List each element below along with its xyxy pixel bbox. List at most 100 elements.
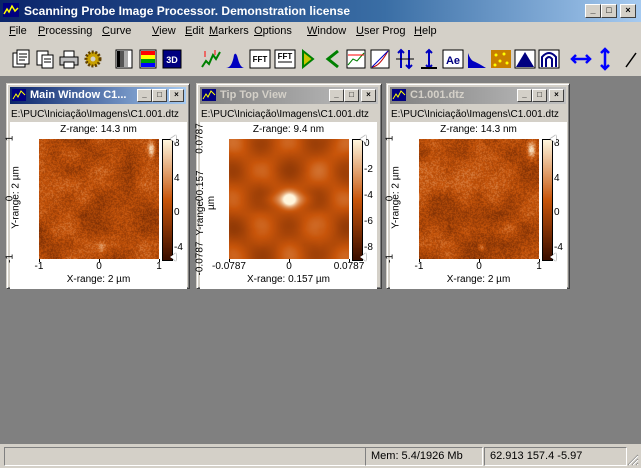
upper-range-marker-icon[interactable] — [360, 135, 366, 143]
x-tick-mark — [289, 259, 290, 262]
maximize-button[interactable]: □ — [601, 4, 617, 18]
vertical-arrows-icon[interactable] — [594, 47, 616, 71]
x-tick-mark — [99, 259, 100, 262]
menu-window[interactable]: Window — [307, 25, 346, 37]
window-minimize-button[interactable]: _ — [517, 89, 532, 102]
arch-icon[interactable] — [538, 47, 560, 71]
x-tick-mark — [539, 259, 540, 262]
image-window-1[interactable]: Main Window C1... _ □ × E:\PUC\Iniciação… — [5, 83, 190, 289]
afm-image[interactable] — [419, 139, 539, 259]
svg-text:Ae: Ae — [446, 55, 460, 67]
x-tick-mark — [349, 259, 350, 262]
app-title-bar[interactable]: Scanning Probe Image Processor. Demonstr… — [0, 0, 641, 22]
inverse-fft-icon[interactable]: FFT — [274, 47, 296, 71]
draw-line-icon[interactable] — [622, 47, 641, 71]
particles-icon[interactable] — [490, 47, 512, 71]
3d-view-icon[interactable]: 3D — [161, 47, 183, 71]
status-message — [4, 447, 366, 466]
z-tick-label: -8 — [364, 242, 373, 253]
menu-label-rest: rocessing — [45, 25, 93, 37]
x-tick-mark — [229, 259, 230, 262]
window-maximize-button[interactable]: □ — [532, 89, 547, 102]
svg-text:FFT: FFT — [253, 55, 268, 64]
menu-markers[interactable]: Markers — [209, 25, 249, 37]
menu-user-prog[interactable]: User Prog — [356, 25, 406, 37]
menu-file[interactable]: File — [9, 25, 27, 37]
minimize-button[interactable]: _ — [585, 4, 601, 18]
x-range-label: X-range: 2 µm — [66, 274, 131, 285]
window-minimize-button[interactable]: _ — [137, 89, 152, 102]
menu-accelerator: C — [102, 25, 110, 37]
menu-help[interactable]: Help — [414, 25, 437, 37]
window-close-button[interactable]: × — [169, 89, 184, 102]
color-scale-bar — [162, 139, 173, 261]
menu-label-rest: iew — [159, 25, 176, 37]
y-tick-label: -1 — [4, 254, 16, 263]
window-title: Tip Top View — [220, 89, 287, 101]
window-close-button[interactable]: × — [361, 89, 376, 102]
z-tick-label: -2 — [364, 164, 373, 175]
lower-range-marker-icon[interactable] — [550, 253, 556, 261]
menu-bar: File Processing Curve View Edit Markers Option… — [0, 22, 641, 42]
open-file-icon[interactable] — [10, 47, 32, 71]
window-title-bar[interactable]: Main Window C1... _ □ × — [10, 87, 186, 104]
filter-icon[interactable] — [466, 47, 488, 71]
resize-grip-icon[interactable] — [627, 454, 639, 466]
curve-icon[interactable] — [369, 47, 391, 71]
image-pane: Z-range: 14.3 nm Y-range: 2 µm X-range: … — [5, 122, 187, 289]
grayscale-palette-icon[interactable] — [113, 47, 135, 71]
menu-accelerator: W — [307, 25, 318, 37]
afm-image[interactable] — [39, 139, 159, 259]
horizontal-arrows-icon[interactable] — [570, 47, 592, 71]
lower-range-marker-icon[interactable] — [360, 253, 366, 261]
window-minimize-button[interactable]: _ — [329, 89, 344, 102]
window-close-button[interactable]: × — [549, 89, 564, 102]
image-window-3[interactable]: C1.001.dtz _ □ × E:\PUC\Iniciação\Imagen… — [385, 83, 570, 289]
menu-options[interactable]: Options — [254, 25, 292, 37]
peak-icon[interactable] — [514, 47, 536, 71]
upper-range-marker-icon[interactable] — [550, 135, 556, 143]
toolbar: 3D FFT FFT Ae — [0, 42, 641, 77]
fft-icon[interactable]: FFT — [249, 47, 271, 71]
window-maximize-button[interactable]: □ — [152, 89, 167, 102]
x-tick-mark — [479, 259, 480, 262]
window-maximize-button[interactable]: □ — [344, 89, 359, 102]
z-range-label: Z-range: 14.3 nm — [440, 124, 517, 135]
menu-curve[interactable]: Curve — [102, 25, 131, 37]
y-tick-label: -0.0787 — [194, 241, 206, 276]
y-tick-label: 1 — [4, 135, 16, 142]
z-tick-label: 4 — [554, 172, 560, 184]
lower-range-marker-icon[interactable] — [170, 253, 176, 261]
menu-label-rest: dit — [192, 25, 204, 37]
profile-icon[interactable] — [345, 47, 367, 71]
roughness-icon[interactable] — [200, 47, 222, 71]
settings-gear-icon[interactable] — [82, 47, 104, 71]
image-window-2[interactable]: Tip Top View _ □ × E:\PUC\Iniciação\Imag… — [194, 83, 382, 289]
menu-label-rest: elp — [421, 25, 437, 37]
rotate-left-icon[interactable] — [299, 47, 321, 71]
menu-edit[interactable]: Edit — [185, 25, 204, 37]
window-title-bar[interactable]: Tip Top View _ □ × — [200, 87, 378, 104]
close-button[interactable]: × — [620, 4, 636, 18]
status-coordinates: 62.913 157.4 -5.97 — [484, 447, 627, 466]
color-palette-icon[interactable] — [137, 47, 159, 71]
window-logo-icon — [392, 89, 406, 101]
afm-image[interactable] — [229, 139, 349, 259]
svg-text:3D: 3D — [166, 55, 178, 65]
rotate-right-icon[interactable] — [322, 47, 344, 71]
menu-accelerator: H — [414, 25, 422, 37]
ae-icon[interactable]: Ae — [442, 47, 464, 71]
adjust-height-icon[interactable] — [418, 47, 440, 71]
menu-processing[interactable]: Processing — [38, 25, 92, 37]
histogram-icon[interactable] — [224, 47, 246, 71]
mdi-workspace: Main Window C1... _ □ × E:\PUC\Iniciação… — [0, 77, 641, 444]
window-title-bar[interactable]: C1.001.dtz _ □ × — [390, 87, 566, 104]
app-logo-icon — [3, 3, 19, 17]
flip-vertical-icon[interactable] — [394, 47, 416, 71]
copy-icon[interactable] — [34, 47, 56, 71]
print-icon[interactable] — [58, 47, 80, 71]
x-tick-label: -1 — [414, 261, 424, 272]
upper-range-marker-icon[interactable] — [170, 135, 176, 143]
menu-view[interactable]: View — [152, 25, 176, 37]
z-tick-label: 0 — [554, 207, 560, 219]
